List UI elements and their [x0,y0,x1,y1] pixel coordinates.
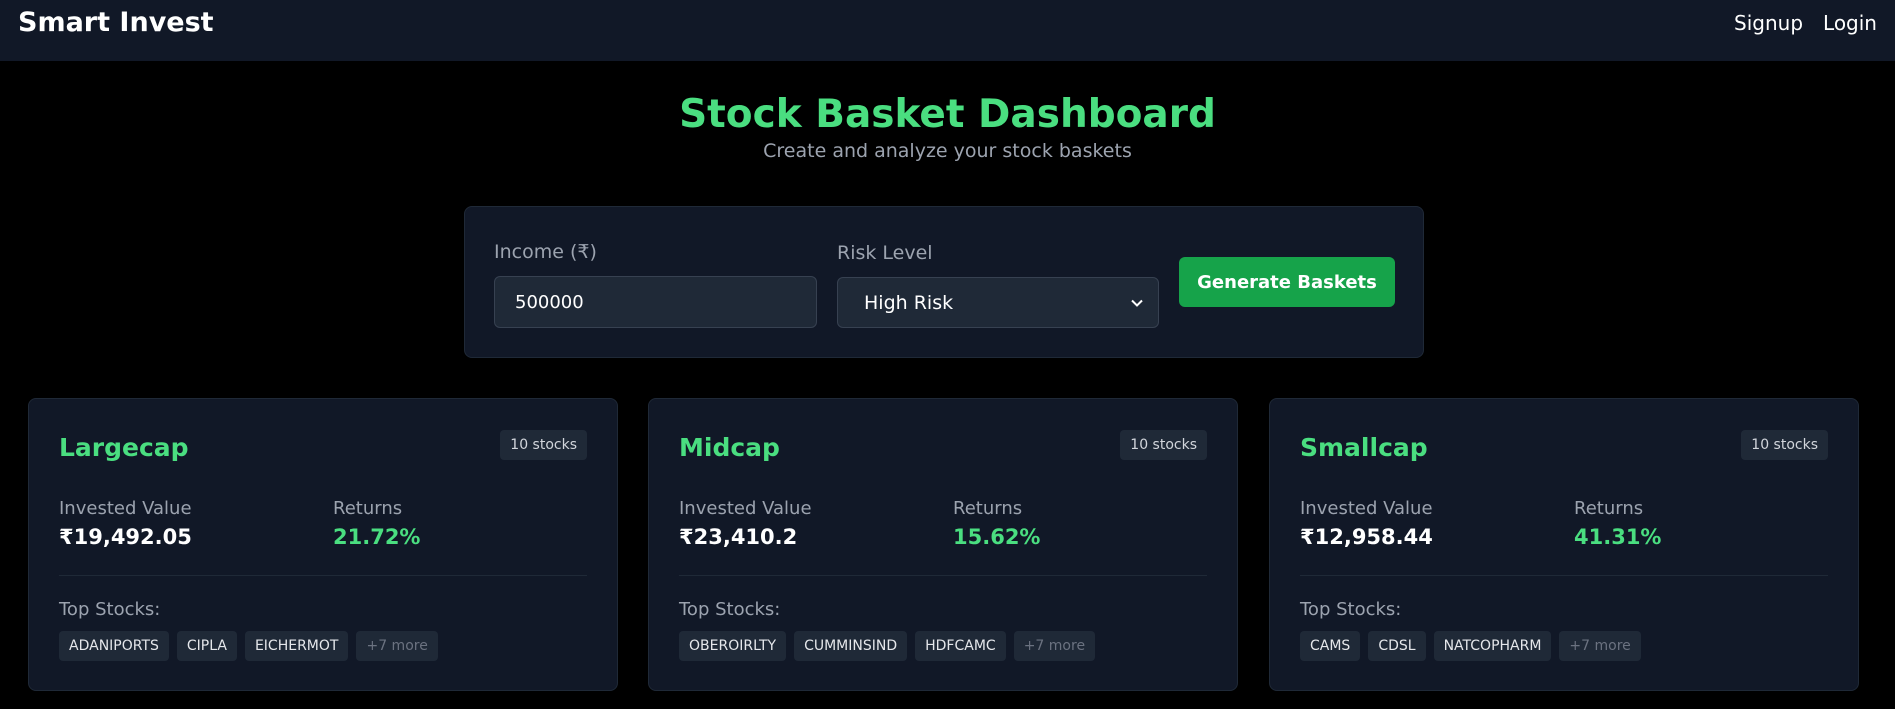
stock-count-badge: 10 stocks [500,430,587,460]
more-stocks-chip[interactable]: +7 more [1559,631,1641,661]
stock-count-badge: 10 stocks [1120,430,1207,460]
risk-level-label: Risk Level [837,242,933,264]
login-link[interactable]: Login [1823,11,1877,35]
basket-title: Largecap [59,433,189,462]
stock-chip: NATCOPHARM [1433,631,1552,661]
stock-chip: CUMMINSIND [794,631,908,661]
invested-label: Invested Value [1300,498,1433,519]
returns-label: Returns [953,498,1023,519]
basket-card-smallcap: Smallcap 10 stocks Invested Value ₹12,95… [1269,398,1859,691]
income-input[interactable] [494,276,817,328]
risk-level-value: High Risk [864,291,954,314]
page-title: Stock Basket Dashboard [679,92,1216,137]
income-label: Income (₹) [494,241,597,263]
divider [679,575,1207,576]
returns-label: Returns [333,498,403,519]
brand-logo[interactable]: Smart Invest [18,7,214,38]
top-stocks-list: OBEROIRLTY CUMMINSIND HDFCAMC +7 more [679,631,1096,661]
stock-chip: HDFCAMC [915,631,1006,661]
basket-card-midcap: Midcap 10 stocks Invested Value ₹23,410.… [648,398,1238,691]
returns-value: 41.31% [1574,525,1662,549]
stock-chip: CAMS [1300,631,1361,661]
stock-chip: ADANIPORTS [59,631,169,661]
generate-baskets-button[interactable]: Generate Baskets [1179,257,1395,307]
invested-value: ₹19,492.05 [59,525,192,549]
returns-value: 15.62% [953,525,1041,549]
divider [59,575,587,576]
more-stocks-chip[interactable]: +7 more [1013,631,1096,661]
returns-value: 21.72% [333,525,421,549]
top-stocks-list: CAMS CDSL NATCOPHARM +7 more [1300,631,1641,661]
navbar: Smart Invest Signup Login [0,0,1895,61]
nav-links: Signup Login [1734,11,1877,35]
top-stocks-label: Top Stocks: [679,599,781,620]
basket-title: Smallcap [1300,433,1428,462]
stock-count-badge: 10 stocks [1741,430,1828,460]
top-stocks-label: Top Stocks: [59,599,161,620]
divider [1300,575,1828,576]
returns-label: Returns [1574,498,1644,519]
signup-link[interactable]: Signup [1734,11,1803,35]
chevron-down-icon [1131,299,1143,307]
risk-level-select[interactable]: High Risk [837,277,1159,328]
basket-form: Income (₹) Risk Level High Risk Generate… [464,206,1424,358]
page-subtitle: Create and analyze your stock baskets [763,140,1132,162]
basket-card-largecap: Largecap 10 stocks Invested Value ₹19,49… [28,398,618,691]
invested-value: ₹12,958.44 [1300,525,1433,549]
stock-chip: EICHERMOT [244,631,349,661]
stock-chip: OBEROIRLTY [679,631,787,661]
invested-label: Invested Value [679,498,812,519]
more-stocks-chip[interactable]: +7 more [356,631,438,661]
basket-title: Midcap [679,433,780,462]
invested-value: ₹23,410.2 [679,525,798,549]
invested-label: Invested Value [59,498,192,519]
stock-chip: CIPLA [176,631,237,661]
top-stocks-label: Top Stocks: [1300,599,1402,620]
stock-chip: CDSL [1368,631,1426,661]
top-stocks-list: ADANIPORTS CIPLA EICHERMOT +7 more [59,631,438,661]
